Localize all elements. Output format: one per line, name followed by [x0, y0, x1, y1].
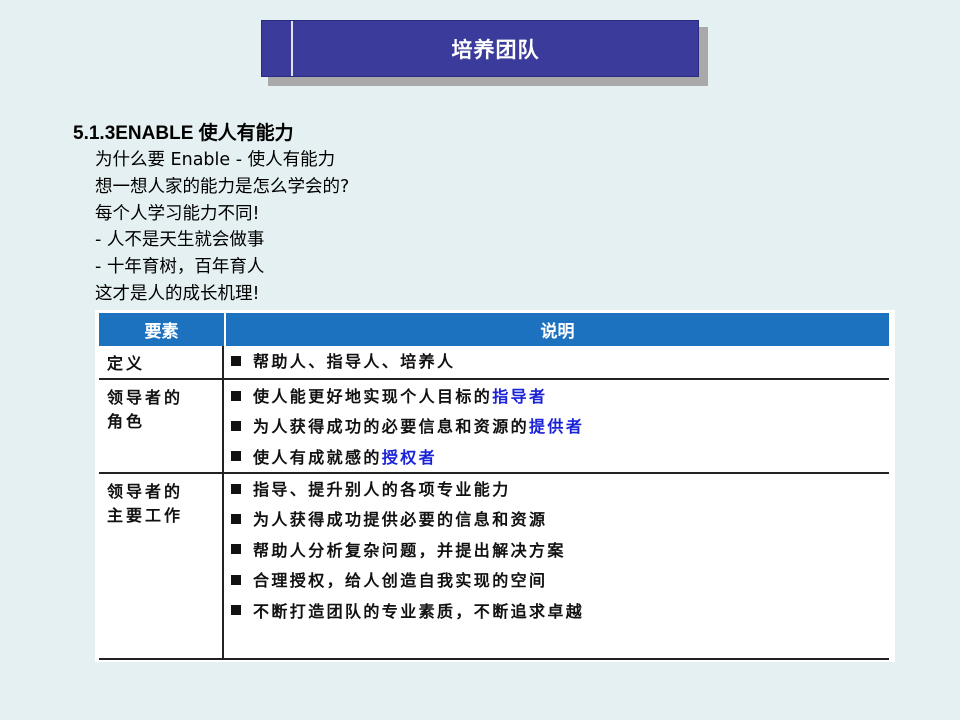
title-banner: 培养团队: [261, 20, 699, 77]
elements-table: 要素 说明 定义 帮助人、指导人、培养人 领导者的 角色 使人能更好地实现个人目…: [95, 310, 895, 662]
list-item: 为人获得成功的必要信息和资源的提供者: [231, 412, 584, 442]
table-row-definition: 定义 帮助人、指导人、培养人: [99, 346, 889, 380]
row-label: 定义: [107, 352, 145, 376]
highlight-term: 指导者: [492, 387, 548, 406]
list-item: 不断打造团队的专业素质，不断追求卓越: [231, 597, 584, 627]
list-item: 使人能更好地实现个人目标的指导者: [231, 382, 584, 412]
square-bullet-icon: [231, 451, 241, 462]
page-title: 培养团队: [451, 37, 540, 62]
list-item: 帮助人、指导人、培养人: [231, 347, 455, 377]
list-item: 使人有成就感的授权者: [231, 443, 584, 473]
table-header: 要素 说明: [99, 313, 889, 346]
row-label-line: 领导者的: [107, 388, 184, 407]
list-item: 指导、提升别人的各项专业能力: [231, 475, 584, 505]
row-label: 领导者的 主要工作: [107, 480, 183, 528]
header-cell-element: 要素: [144, 322, 179, 342]
table-row-leader-role: 领导者的 角色 使人能更好地实现个人目标的指导者 为人获得成功的必要信息和资源的…: [99, 380, 889, 474]
row-label-text: 定义: [107, 354, 146, 373]
header-cell-description: 说明: [224, 313, 889, 346]
highlight-term: 授权者: [381, 447, 438, 467]
row-items: 帮助人、指导人、培养人: [231, 347, 455, 377]
square-bullet-icon: [231, 605, 241, 616]
intro-line: 想一想人家的能力是怎么学会的?: [95, 176, 350, 197]
section-heading: 5.1.3ENABLE 使人有能力: [73, 123, 294, 144]
square-bullet-icon: [231, 420, 241, 431]
row-label-line: 主要工作: [107, 506, 184, 525]
square-bullet-icon: [231, 544, 241, 555]
intro-line: 每个人学习能力不同!: [95, 203, 260, 224]
list-item: 为人获得成功提供必要的信息和资源: [231, 505, 584, 535]
intro-line: 这才是人的成长机理!: [95, 283, 260, 304]
row-label-line: 领导者的: [107, 482, 184, 501]
intro-text: 为什么要 Enable - 使人有能力 想一想人家的能力是怎么学会的? 每个人学…: [95, 147, 349, 308]
square-bullet-icon: [231, 390, 241, 401]
row-label: 领导者的 角色: [107, 386, 183, 434]
highlight-term: 提供者: [529, 417, 585, 437]
intro-line: - 十年育树，百年育人: [95, 257, 265, 278]
table-row-leader-work: 领导者的 主要工作 指导、提升别人的各项专业能力 为人获得成功提供必要的信息和资…: [99, 474, 889, 660]
square-bullet-icon: [231, 513, 241, 524]
list-item: 合理授权，给人创造自我实现的空间: [231, 566, 584, 596]
row-items: 指导、提升别人的各项专业能力 为人获得成功提供必要的信息和资源 帮助人分析复杂问…: [231, 475, 584, 627]
intro-line: 为什么要 Enable - 使人有能力: [95, 150, 336, 170]
square-bullet-icon: [231, 355, 241, 366]
row-label-line: 角色: [107, 412, 146, 431]
square-bullet-icon: [231, 574, 241, 585]
square-bullet-icon: [231, 483, 241, 494]
list-item: 帮助人分析复杂问题，并提出解决方案: [231, 536, 584, 566]
row-items: 使人能更好地实现个人目标的指导者 为人获得成功的必要信息和资源的提供者 使人有成…: [231, 382, 584, 473]
intro-line: - 人不是天生就会做事: [95, 230, 265, 251]
